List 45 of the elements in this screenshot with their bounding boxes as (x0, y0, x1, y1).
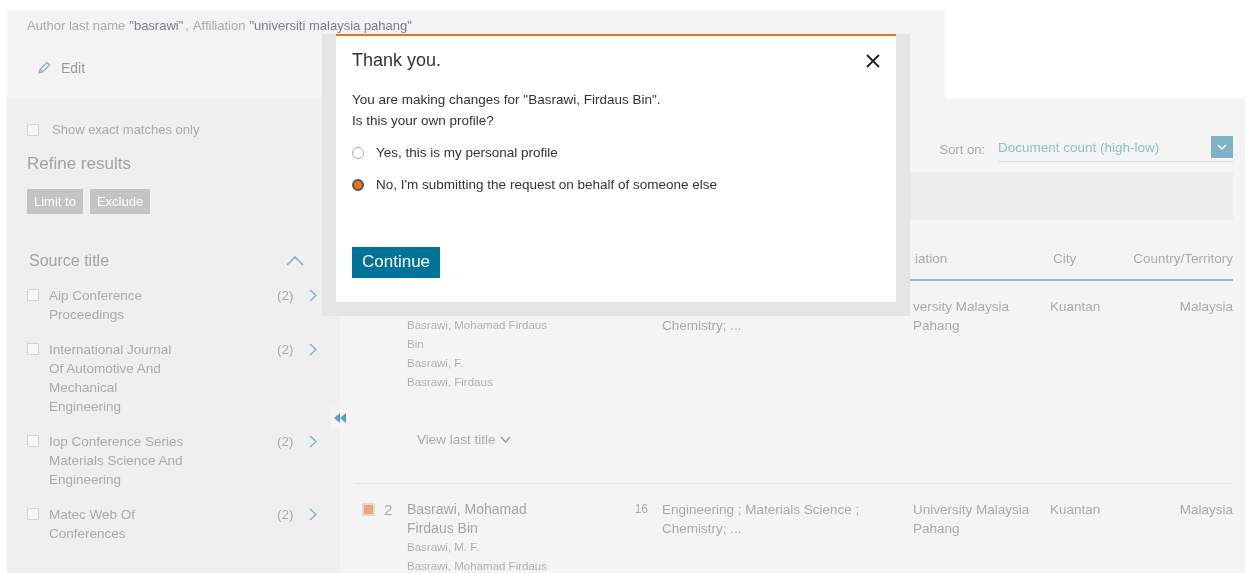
affiliation-cell: versity Malaysia Pahang (913, 299, 1010, 333)
view-last-title-link[interactable]: View last title (417, 430, 511, 449)
city-cell: Kuantan (1050, 299, 1101, 314)
facet-label[interactable]: Iop Conference Series Materials Science And Engineering (49, 432, 185, 489)
column-header[interactable]: Country/Territory (1113, 251, 1233, 266)
exact-matches-checkbox[interactable]: Show exact matches only (27, 122, 340, 137)
facet-label[interactable]: Matec Web Of Conferences (49, 505, 185, 543)
facet-count: (2) (277, 287, 295, 305)
facet-label[interactable]: International Journal Of Automotive And Mechanical Engineering (49, 340, 185, 416)
document-count: 16 (634, 502, 648, 516)
query-value: "basrawi" (129, 18, 184, 33)
sort-label: Sort on: (939, 141, 985, 157)
radio-option[interactable]: No, I'm submitting the request on behalf of someone else (352, 177, 880, 192)
facet-label[interactable]: Aip Conference Proceedings (49, 286, 185, 324)
dialog-message: You are making changes for "Basrawi, Firdaus Bin". (352, 92, 662, 107)
query-value: "universiti malaysia pahang" (249, 18, 412, 33)
facet-title: Source title (29, 252, 110, 270)
radio-option[interactable]: Yes, this is my personal profile (352, 145, 880, 160)
facet-count: (2) (277, 341, 295, 359)
query-separator: , (185, 18, 189, 33)
continue-button[interactable]: Continue (352, 247, 441, 278)
name-variant: Basrawi, Firdaus (407, 375, 494, 390)
subject-areas: Chemistry; ... (662, 318, 742, 333)
dialog-title: Thank you. (352, 50, 442, 71)
facet-count: (2) (277, 433, 295, 451)
country-cell: Malaysia (1179, 502, 1233, 517)
city-cell: Kuantan (1050, 502, 1101, 517)
sort-dropdown[interactable]: Document count (high-low) (998, 136, 1233, 162)
column-header[interactable]: City (1053, 251, 1113, 266)
row-number: 2 (384, 501, 393, 518)
query-field: Affiliation (192, 18, 246, 33)
name-variant: Basrawi, Mohamad Firdaus (407, 559, 548, 573)
name-variant: Basrawi, Mohamad Firdaus Bin (407, 318, 548, 352)
refine-title: Refine results (27, 154, 132, 174)
name-variant: Basrawi, M. F. (407, 540, 481, 555)
column-header[interactable]: iation (913, 251, 1053, 266)
author-name[interactable]: Basrawi, Mohamad Firdaus Bin (407, 500, 557, 538)
subject-areas: Engineering ; Materials Science ; Chemistry; ... (662, 502, 860, 536)
country-cell: Malaysia (1179, 299, 1233, 314)
facet-count: (2) (277, 506, 295, 524)
edit-link[interactable]: Edit (37, 60, 86, 76)
affiliation-cell: University Malaysia Pahang (913, 502, 1030, 536)
name-variant: Basrawi, F. (407, 356, 465, 371)
dialog-question: Is this your own profile? (352, 113, 495, 128)
query-field: Author last name (27, 18, 126, 33)
